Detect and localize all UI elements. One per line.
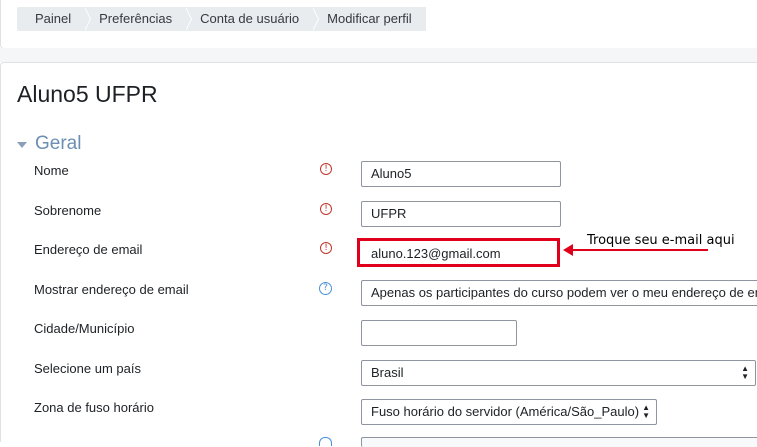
- next-row-select[interactable]: [361, 437, 757, 447]
- page-gap: [0, 48, 757, 62]
- breadcrumb-label: Conta de usuário: [200, 11, 300, 26]
- field-label: Selecione um país: [34, 361, 141, 376]
- pais-select-value: Brasil: [371, 365, 404, 380]
- profile-form-card: Aluno5 UFPR Geral Nome ! Aluno5 Sobrenom…: [0, 62, 757, 447]
- email-highlight-box: [357, 238, 560, 267]
- annotation-arrow: [571, 249, 708, 251]
- breadcrumb-label: Painel: [35, 11, 72, 26]
- required-icon[interactable]: !: [320, 203, 332, 215]
- section-toggle-geral[interactable]: Geral: [17, 133, 81, 155]
- page-title: Aluno5 UFPR: [17, 81, 158, 107]
- breadcrumb-item-modificar-perfil[interactable]: Modificar perfil: [313, 7, 426, 31]
- help-icon[interactable]: ?: [319, 282, 332, 295]
- chevron-down-icon: [17, 142, 27, 148]
- annotation-text: Troque seu e-mail aqui: [587, 233, 735, 248]
- field-label: Mostrar endereço de email: [34, 282, 189, 297]
- section-title: Geral: [35, 133, 82, 154]
- select-arrows-icon: ▲ ▼: [642, 403, 650, 420]
- required-icon[interactable]: !: [320, 163, 332, 175]
- field-label: Endereço de email: [34, 242, 143, 257]
- nome-input[interactable]: Aluno5: [361, 161, 561, 187]
- breadcrumb-item-painel[interactable]: Painel: [17, 7, 92, 31]
- select-arrows-icon: ▲ ▼: [741, 364, 749, 381]
- breadcrumb-item-preferencias[interactable]: Preferências: [85, 7, 193, 31]
- field-label: Sobrenome: [34, 203, 102, 218]
- required-icon[interactable]: !: [320, 242, 332, 254]
- help-icon[interactable]: [319, 437, 332, 446]
- breadcrumb: Painel Preferências Conta de usuário Mod…: [17, 7, 426, 31]
- breadcrumb-label: Preferências: [99, 11, 173, 26]
- field-label: Zona de fuso horário: [34, 400, 154, 415]
- pais-select[interactable]: Brasil ▲ ▼: [361, 360, 756, 386]
- arrow-left-icon: [563, 244, 573, 256]
- breadcrumb-label: Modificar perfil: [327, 11, 412, 26]
- breadcrumb-item-conta[interactable]: Conta de usuário: [186, 7, 320, 31]
- field-label: Nome: [34, 163, 69, 178]
- cidade-input[interactable]: [361, 320, 517, 346]
- breadcrumb-bar: Painel Preferências Conta de usuário Mod…: [0, 0, 757, 49]
- fuso-select[interactable]: Fuso horário do servidor (América/São_Pa…: [361, 399, 657, 425]
- fuso-select-value: Fuso horário do servidor (América/São_Pa…: [371, 404, 640, 419]
- sobrenome-input[interactable]: UFPR: [361, 201, 561, 227]
- mostrar-email-select[interactable]: Apenas os participantes do curso podem v…: [361, 280, 757, 306]
- field-label: Cidade/Município: [34, 321, 135, 336]
